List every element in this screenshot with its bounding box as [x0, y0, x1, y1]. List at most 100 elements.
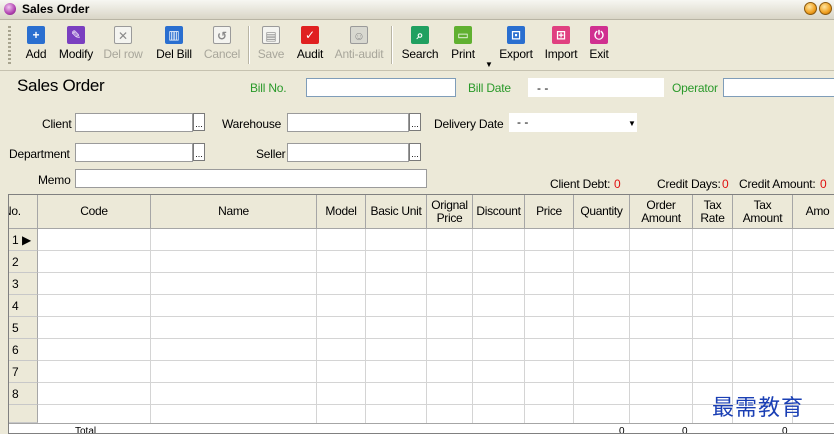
department-lookup-button[interactable]: ...: [193, 143, 205, 161]
row-header[interactable]: 7: [9, 361, 38, 383]
credit-days-value: 0: [722, 177, 729, 191]
bill-no-field[interactable]: [306, 78, 456, 97]
checkmark-icon: ✓: [301, 26, 319, 44]
del-row-button[interactable]: ✕ Del row: [101, 24, 145, 66]
search-button[interactable]: ⌕ Search: [398, 24, 442, 66]
credit-amount-value: 0: [820, 177, 827, 191]
row-header[interactable]: 1 ▶: [9, 229, 38, 251]
row-header[interactable]: 4: [9, 295, 38, 317]
total-tax-amount: 0: [782, 426, 788, 434]
client-label: Client: [42, 117, 72, 131]
row-line: [38, 382, 834, 383]
department-field[interactable]: [75, 143, 193, 162]
credit-days-label: Credit Days:: [657, 177, 721, 191]
column-line: [472, 229, 473, 429]
import-button[interactable]: ⊞ Import: [542, 24, 580, 66]
credit-amount-label: Credit Amount:: [739, 177, 816, 191]
toolbar-separator: [248, 26, 250, 64]
toolbar-separator: [391, 26, 393, 64]
order-lines-grid[interactable]: No. Code Name Model Basic Unit Orignal P…: [8, 194, 834, 434]
toolbar-grip[interactable]: [8, 26, 11, 64]
bill-date-field[interactable]: - -: [528, 78, 664, 97]
delivery-date-label: Delivery Date: [434, 117, 504, 131]
column-header-price[interactable]: Price: [525, 195, 574, 229]
row-line: [38, 316, 834, 317]
column-header-code[interactable]: Code: [38, 195, 151, 229]
total-order-amount: 0: [682, 426, 688, 434]
warehouse-label: Warehouse: [222, 117, 282, 131]
window-title: Sales Order: [22, 2, 90, 16]
audit-button[interactable]: ✓ Audit: [293, 24, 327, 66]
delivery-date-field[interactable]: - -: [509, 113, 637, 132]
cancel-button[interactable]: ↺ Cancel: [202, 24, 242, 66]
add-button[interactable]: + Add: [20, 24, 52, 66]
seller-label: Seller: [256, 147, 286, 161]
warehouse-lookup-button[interactable]: ...: [409, 113, 421, 131]
column-line: [573, 229, 574, 429]
toolbar: + Add ✎ Modify ✕ Del row ▥ Del Bill ↺ Ca…: [0, 20, 834, 71]
print-button[interactable]: ▭ Print: [448, 24, 478, 66]
close-button[interactable]: [819, 2, 832, 15]
floppy-icon: ▤: [262, 26, 280, 44]
form-title: Sales Order: [17, 76, 105, 95]
undo-icon: ↺: [213, 26, 231, 44]
current-row-marker-icon: ▶: [22, 233, 32, 247]
column-line: [629, 229, 630, 429]
client-field[interactable]: [75, 113, 193, 132]
row-header[interactable]: 2: [9, 251, 38, 273]
print-dropdown-caret-icon[interactable]: ▼: [485, 60, 493, 69]
save-button[interactable]: ▤ Save: [256, 24, 286, 66]
people-icon: ☺: [350, 26, 368, 44]
column-header-order-amount[interactable]: Order Amount: [630, 195, 693, 229]
edit-icon: ✎: [67, 26, 85, 44]
column-header-name[interactable]: Name: [151, 195, 317, 229]
column-header-discount[interactable]: Discount: [473, 195, 525, 229]
modify-button[interactable]: ✎ Modify: [55, 24, 97, 66]
row-header[interactable]: [9, 405, 38, 423]
column-header-no[interactable]: No.: [9, 195, 38, 229]
seller-field[interactable]: [287, 143, 409, 162]
row-line: [38, 272, 834, 273]
column-line: [426, 229, 427, 429]
column-header-amount[interactable]: Amo: [793, 195, 834, 229]
client-debt-value: 0: [614, 177, 621, 191]
power-icon: ⏻: [590, 26, 608, 44]
column-line: [150, 229, 151, 429]
delivery-date-dropdown-icon[interactable]: ▼: [628, 119, 636, 128]
app-icon: [4, 3, 16, 15]
column-header-basic-unit[interactable]: Basic Unit: [366, 195, 427, 229]
client-debt-label: Client Debt:: [550, 177, 611, 191]
plus-icon: +: [27, 26, 45, 44]
department-label: Department: [9, 147, 70, 161]
row-line: [38, 360, 834, 361]
column-header-model[interactable]: Model: [317, 195, 366, 229]
minimize-button[interactable]: [804, 2, 817, 15]
column-header-tax-rate[interactable]: Tax Rate: [693, 195, 733, 229]
trash-icon: ▥: [165, 26, 183, 44]
column-line: [692, 229, 693, 429]
seller-lookup-button[interactable]: ...: [409, 143, 421, 161]
import-icon: ⊞: [552, 26, 570, 44]
memo-field[interactable]: [75, 169, 427, 188]
row-header[interactable]: 5: [9, 317, 38, 339]
del-bill-button[interactable]: ▥ Del Bill: [152, 24, 196, 66]
row-header[interactable]: 8: [9, 383, 38, 405]
export-button[interactable]: ⊡ Export: [496, 24, 536, 66]
memo-label: Memo: [38, 173, 71, 187]
export-icon: ⊡: [507, 26, 525, 44]
warehouse-field[interactable]: [287, 113, 409, 132]
column-header-tax-amount[interactable]: Tax Amount: [733, 195, 793, 229]
row-line: [38, 250, 834, 251]
operator-field[interactable]: [723, 78, 834, 97]
client-lookup-button[interactable]: ...: [193, 113, 205, 131]
row-line: [38, 338, 834, 339]
total-quantity: 0: [619, 426, 625, 434]
row-header[interactable]: 6: [9, 339, 38, 361]
column-header-original-price[interactable]: Orignal Price: [427, 195, 473, 229]
printer-icon: ▭: [454, 26, 472, 44]
row-header[interactable]: 3: [9, 273, 38, 295]
exit-button[interactable]: ⏻ Exit: [584, 24, 614, 66]
anti-audit-button[interactable]: ☺ Anti-audit: [333, 24, 385, 66]
column-line: [316, 229, 317, 429]
column-header-quantity[interactable]: Quantity: [574, 195, 630, 229]
